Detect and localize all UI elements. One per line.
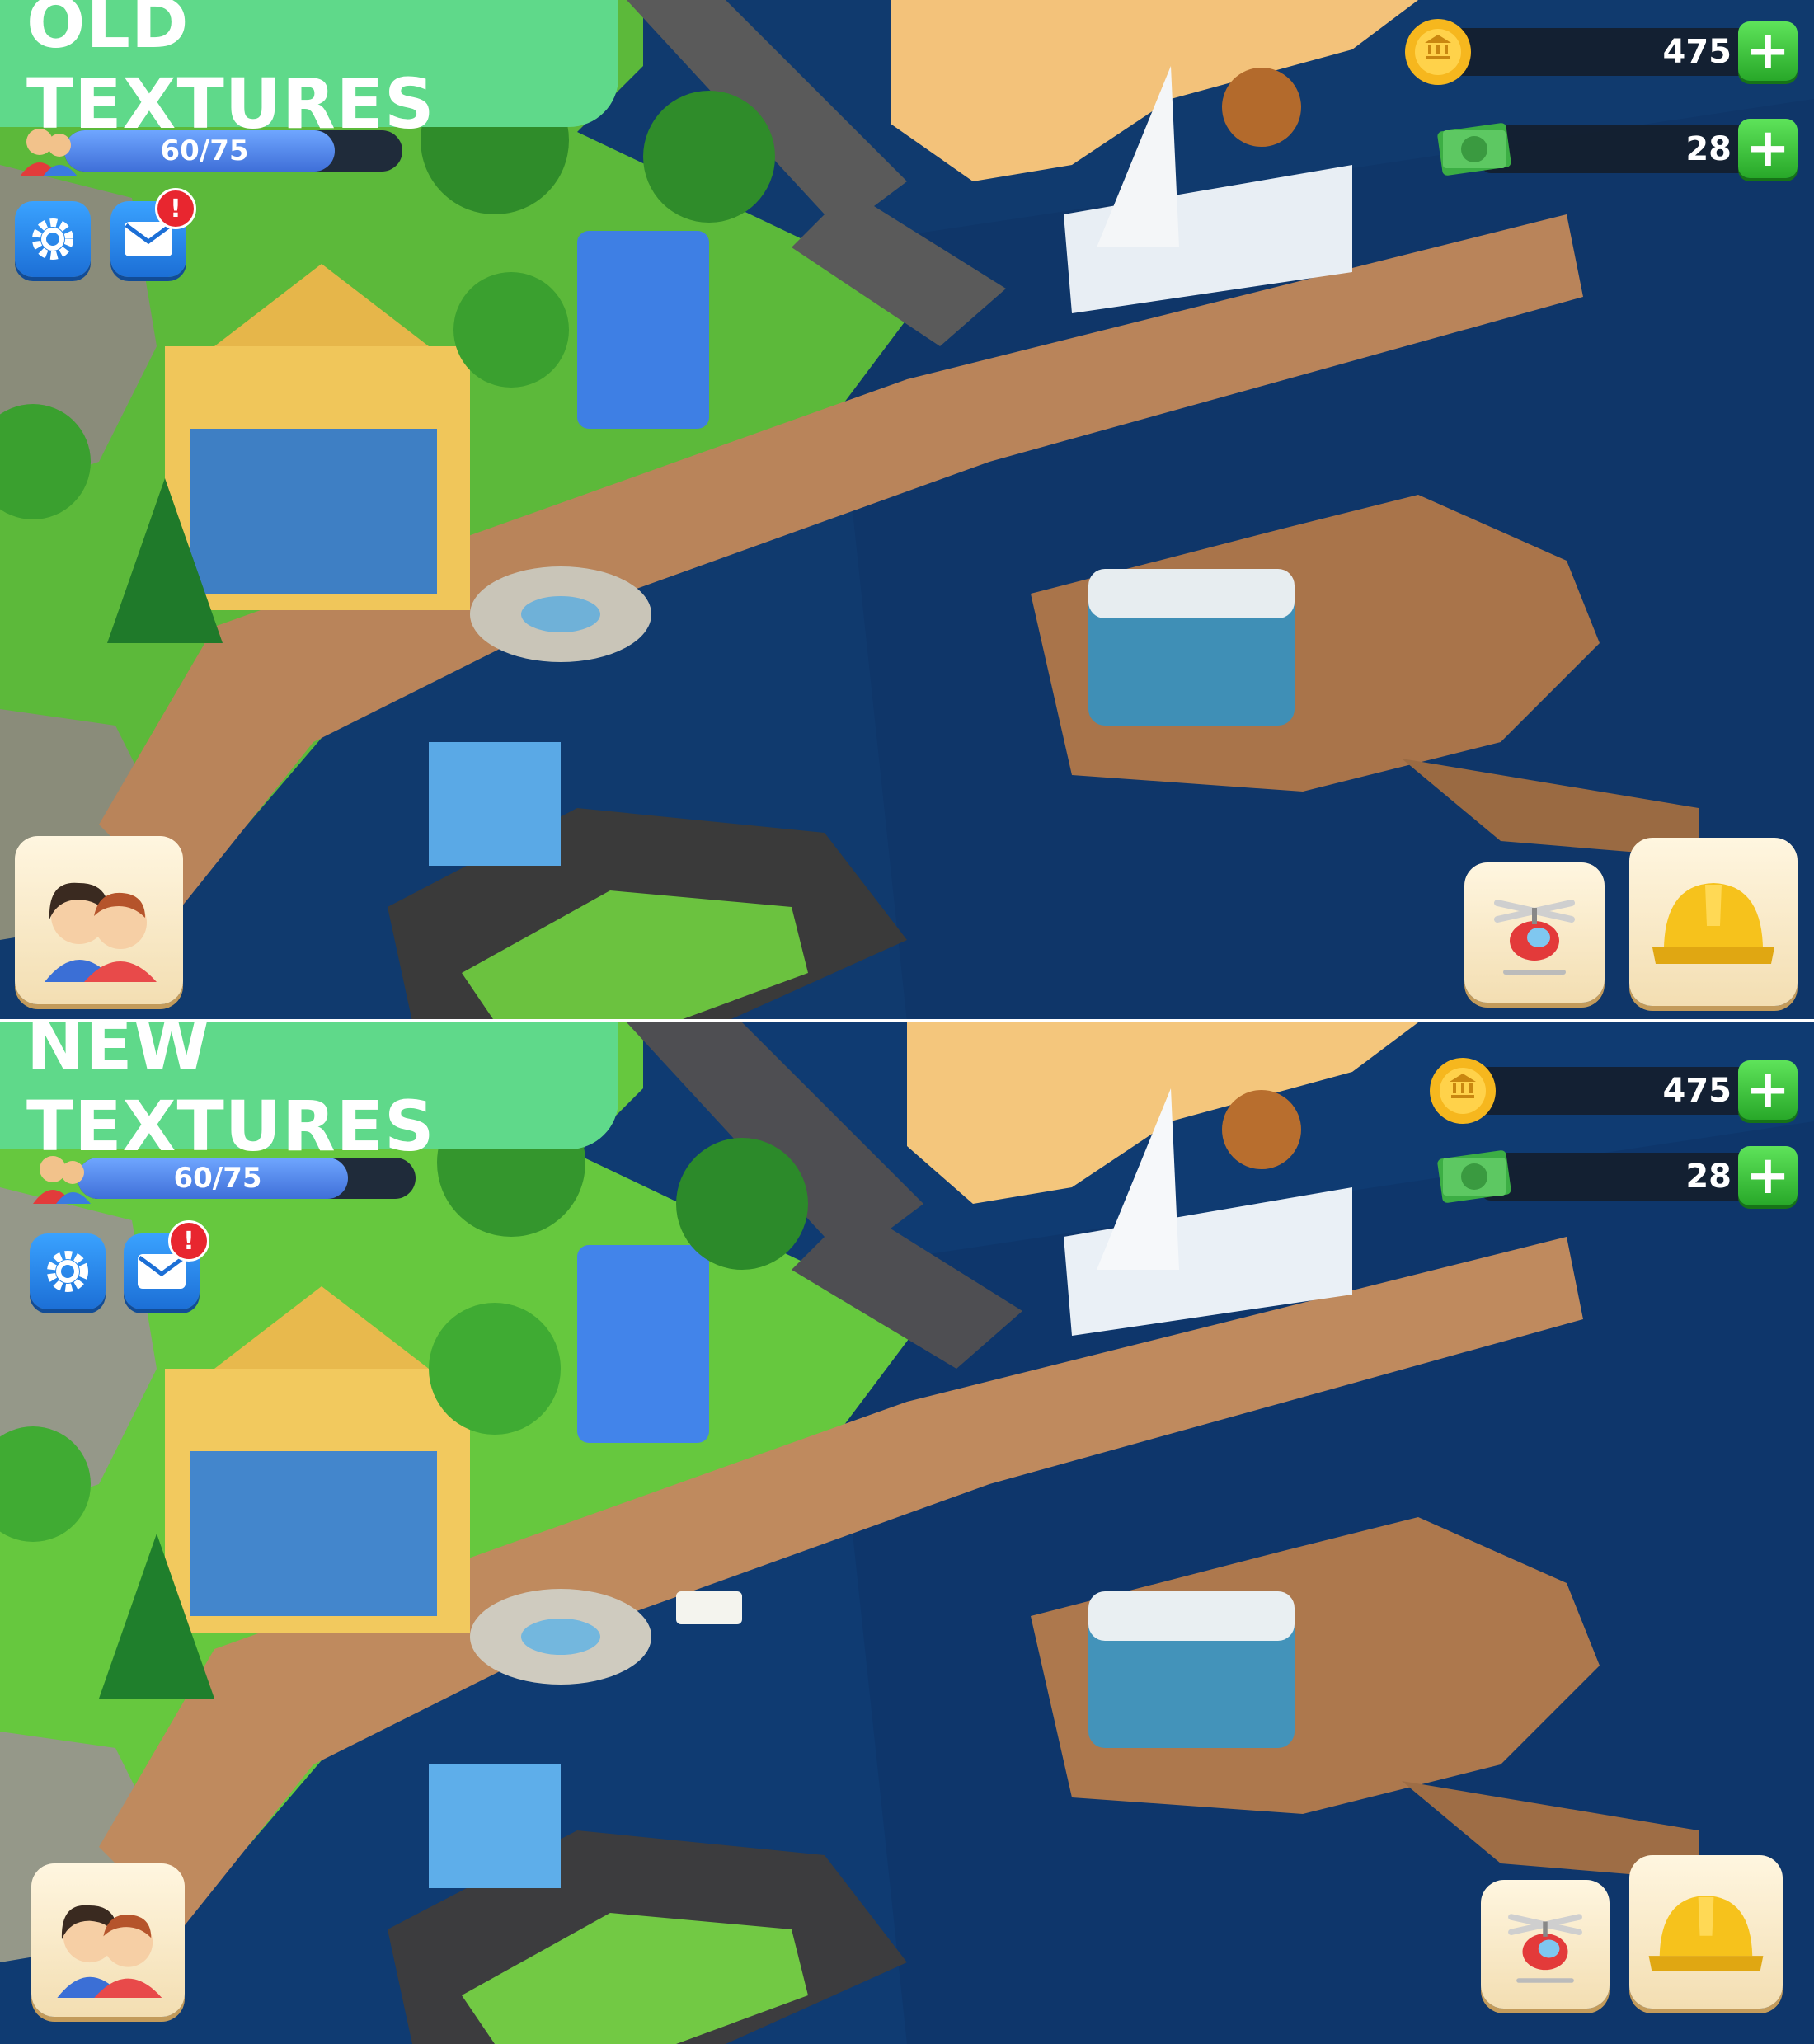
start-gate [429, 742, 561, 866]
xp-bar: 60/75 [28, 1151, 416, 1204]
gear-icon [32, 218, 73, 260]
population-icon [33, 1156, 91, 1204]
friends-icon [45, 882, 157, 982]
helicopter-icon [1494, 900, 1575, 975]
cash-counter: 28 + [1435, 119, 1798, 180]
build-button[interactable] [1629, 1855, 1783, 2009]
mail-notification-badge: ! [168, 1220, 209, 1262]
coin-icon [1405, 19, 1471, 85]
xp-value: 60/75 [160, 134, 249, 167]
cash-counter: 28 + [1435, 1146, 1798, 1207]
add-cash-button[interactable]: + [1738, 119, 1798, 178]
xp-value: 60/75 [173, 1162, 262, 1195]
add-cash-button[interactable]: + [1738, 1146, 1798, 1205]
cash-icon [1437, 123, 1511, 176]
mail-button[interactable]: ! [110, 188, 196, 277]
settings-button[interactable] [30, 1233, 106, 1309]
coins-value: 475 [1662, 33, 1732, 71]
coins-counter: 475 + [1402, 19, 1798, 85]
build-button[interactable] [1629, 838, 1798, 1006]
hard-hat-icon [1648, 1895, 1764, 1971]
add-coins-button[interactable]: + [1738, 1060, 1798, 1120]
add-coins-button[interactable]: + [1738, 21, 1798, 81]
helicopter-button[interactable] [1464, 862, 1605, 1003]
start-gate [429, 1764, 561, 1888]
friends-icon [57, 1905, 162, 1998]
panel-title-banner: NEW TEXTURES [0, 1022, 618, 1167]
panel-title: NEW TEXTURES [26, 1022, 435, 1167]
coins-value: 475 [1662, 1072, 1732, 1110]
panel-title-banner: OLD TEXTURES [0, 0, 618, 144]
coin-icon [1430, 1058, 1496, 1124]
mail-notification-badge: ! [155, 188, 196, 229]
cash-value: 28 [1685, 130, 1732, 168]
cash-icon [1437, 1150, 1511, 1203]
gear-icon [47, 1251, 88, 1292]
billboard [577, 231, 709, 429]
cash-value: 28 [1685, 1158, 1732, 1196]
friends-button[interactable] [15, 836, 183, 1004]
old-textures-panel: OLD TEXTURES 60/75 ! 475 + 28 + [0, 0, 1814, 1022]
new-textures-panel: NEW TEXTURES 60/75 ! 475 + 28 + [0, 1022, 1814, 2044]
panel-title: OLD TEXTURES [26, 0, 435, 144]
helicopter-icon [1508, 1914, 1582, 1983]
bench [676, 1591, 742, 1624]
population-icon [20, 129, 78, 176]
hard-hat-icon [1652, 883, 1774, 964]
billboard [577, 1245, 709, 1443]
coins-counter: 475 + [1426, 1058, 1798, 1124]
helicopter-button[interactable] [1481, 1880, 1610, 2009]
settings-button[interactable] [15, 201, 91, 277]
mail-button[interactable]: ! [124, 1220, 209, 1309]
xp-bar: 60/75 [15, 124, 402, 176]
friends-button[interactable] [31, 1863, 185, 2017]
